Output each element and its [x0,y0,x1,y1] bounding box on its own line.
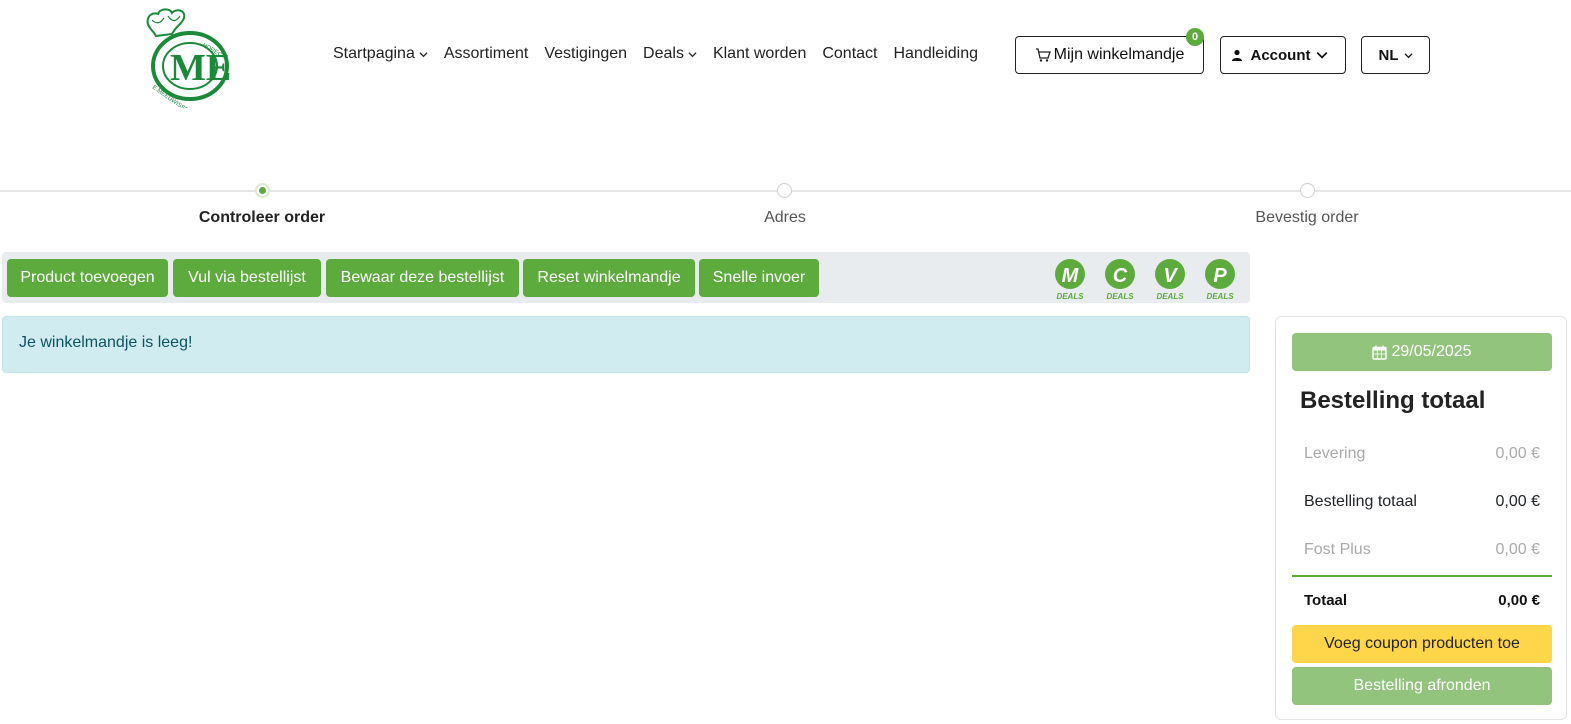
delivery-date-button[interactable]: 29/05/2025 [1292,333,1552,371]
p-deals-icon[interactable]: P DEALS [1204,258,1236,300]
summary-row-value: 0,00 € [1495,493,1540,510]
brand-logo[interactable]: ME HORECA E.MEEUWISSEN [142,6,274,116]
nav-item-handleiding[interactable]: Handleiding [893,43,978,65]
fill-from-orderlist-button[interactable]: Vul via bestellijst [173,259,321,297]
nav-item-startpagina[interactable]: Startpagina [333,43,428,65]
summary-row-value: 0,00 € [1495,541,1540,558]
c-deals-icon[interactable]: C DEALS [1104,258,1136,300]
summary-row-fost-plus: Fost Plus 0,00 € [1304,541,1540,559]
nav-item-label: Deals [643,45,684,62]
add-product-button[interactable]: Product toevoegen [7,259,168,297]
reset-cart-button[interactable]: Reset winkelmandje [523,259,695,297]
main-nav: Startpagina Assortiment Vestigingen Deal… [333,43,994,65]
summary-divider [1292,575,1552,577]
nav-item-contact[interactable]: Contact [822,43,877,65]
svg-text:DEALS: DEALS [1156,292,1184,300]
cart-count-badge: 0 [1186,28,1204,46]
language-label: NL [1378,46,1399,64]
step-dot-controleer-order [255,183,270,198]
nav-item-label: Handleiding [893,45,978,62]
chevron-down-icon [419,51,428,57]
nav-item-deals[interactable]: Deals [643,43,697,65]
logo-icon: ME HORECA E.MEEUWISSEN [146,8,231,116]
nav-item-vestigingen[interactable]: Vestigingen [544,43,627,65]
add-coupon-products-button[interactable]: Voeg coupon producten toe [1292,625,1552,663]
nav-item-label: Contact [822,45,878,62]
order-summary-card: 29/05/2025 Bestelling totaal Levering 0,… [1275,316,1567,720]
summary-title: Bestelling totaal [1300,387,1486,414]
m-deals-icon[interactable]: M DEALS [1054,258,1086,300]
summary-row-label: Bestelling totaal [1304,493,1417,510]
nav-item-label: Klant worden [712,45,807,62]
nav-item-label: Assortiment [443,45,529,62]
cart-button-label: Mijn winkelmandje [1053,46,1185,63]
step-dot-bevestig-order [1300,183,1315,198]
svg-text:M: M [1062,265,1080,287]
chevron-down-icon [688,51,697,57]
quick-entry-button[interactable]: Snelle invoer [699,259,819,297]
svg-text:DEALS: DEALS [1106,292,1134,300]
summary-row-bestelling-totaal: Bestelling totaal 0,00 € [1304,493,1540,511]
step-dot-adres [777,183,792,198]
v-deals-icon[interactable]: V DEALS [1154,258,1186,300]
account-button[interactable]: Account [1220,36,1346,74]
account-button-label: Account [1250,46,1311,64]
nav-item-label: Startpagina [333,45,415,62]
finish-order-button[interactable]: Bestelling afronden [1292,667,1552,705]
svg-text:C: C [1113,265,1128,287]
summary-row-label: Fost Plus [1304,541,1371,558]
language-selector[interactable]: NL [1361,36,1430,74]
summary-row-label: Levering [1304,445,1366,462]
chevron-down-icon [1316,52,1327,59]
total-label: Totaal [1304,592,1348,609]
calendar-icon [1372,345,1388,360]
delivery-date: 29/05/2025 [1391,343,1472,360]
svg-text:P: P [1213,265,1227,287]
summary-row-levering: Levering 0,00 € [1304,445,1540,463]
empty-cart-message: Je winkelmandje is leeg! [19,334,193,351]
svg-text:V: V [1163,265,1178,287]
summary-row-value: 0,00 € [1495,445,1540,462]
cart-button[interactable]: Mijn winkelmandje 0 [1015,28,1204,74]
step-label-adres: Adres [764,209,806,226]
step-label-bevestig-order: Bevestig order [1255,209,1359,226]
nav-item-klant-worden[interactable]: Klant worden [713,43,806,65]
chevron-down-icon [1403,52,1413,58]
svg-text:DEALS: DEALS [1056,292,1084,300]
nav-item-label: Vestigingen [544,45,628,62]
step-label-controleer-order: Controleer order [198,209,326,226]
total-value: 0,00 € [1498,592,1540,609]
cart-icon [1035,48,1051,62]
svg-text:DEALS: DEALS [1206,292,1234,300]
empty-cart-alert: Je winkelmandje is leeg! [2,316,1250,373]
summary-total-row: Totaal 0,00 € [1304,592,1540,609]
save-orderlist-button[interactable]: Bewaar deze bestellijst [326,259,519,297]
cart-toolbar: Product toevoegen Vul via bestellijst Be… [2,252,1250,303]
user-icon [1231,49,1242,61]
nav-item-assortiment[interactable]: Assortiment [444,43,528,65]
